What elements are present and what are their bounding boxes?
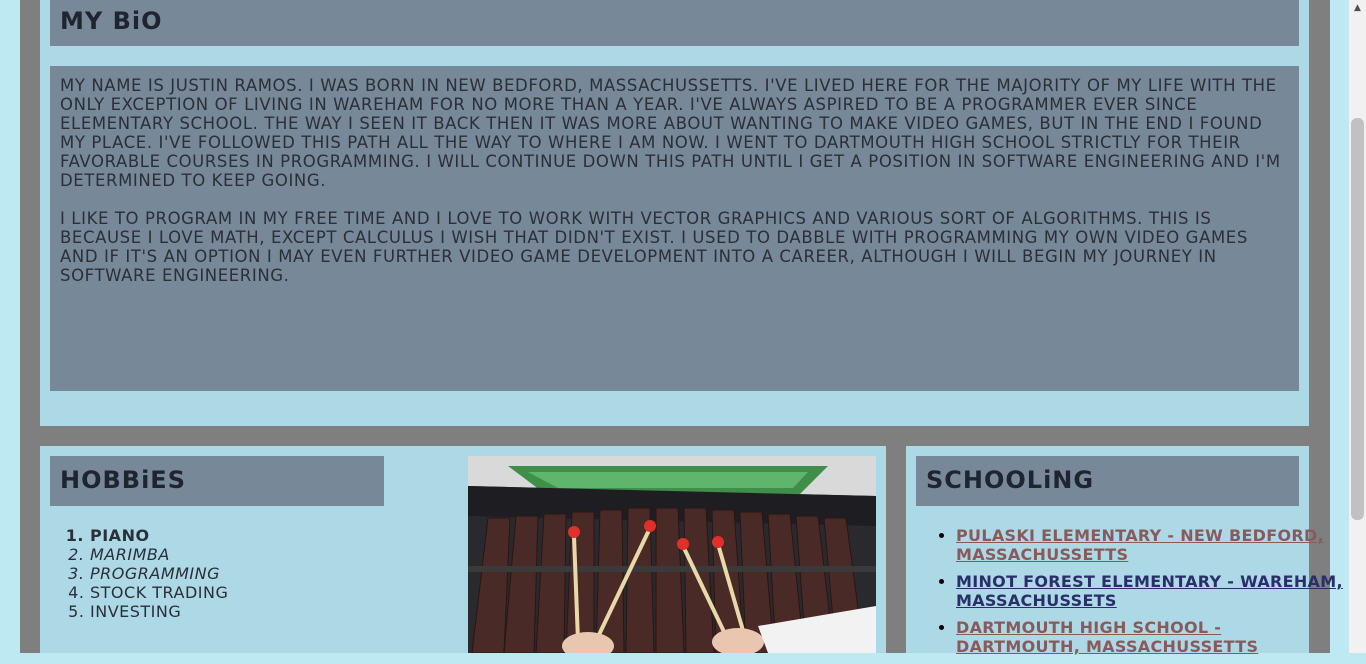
hobbies-list: PIANO MARIMBA PROGRAMMING STOCK TRADiNG … bbox=[50, 526, 228, 621]
bio-paragraph-1: My name is Justin Ramos. I was born in N… bbox=[60, 76, 1281, 190]
school-link-pulaski[interactable]: PULASKi ELEMENTARY - NEW BEDFORD, MASSAC… bbox=[956, 526, 1324, 564]
marimba-photo bbox=[468, 456, 876, 653]
hobby-item: PROGRAMMING bbox=[90, 564, 228, 583]
scroll-up-arrow-icon[interactable]: ▲ bbox=[1349, 0, 1366, 17]
bio-paragraph-2: I like to program in my free time and I … bbox=[60, 209, 1248, 285]
bio-title: MY BiO bbox=[60, 7, 163, 35]
school-item: PULASKi ELEMENTARY - NEW BEDFORD, MASSAC… bbox=[956, 526, 1346, 564]
school-item: DARTMOUTH HiGH SCHOOL - DARTMOUTH, MASSA… bbox=[956, 618, 1346, 656]
hobbies-heading: HOBBiES bbox=[50, 456, 384, 506]
bio-text-box: My name is Justin Ramos. I was born in N… bbox=[50, 66, 1299, 391]
hobby-item: iNVESTiNG bbox=[90, 602, 228, 621]
school-link-minot-forest[interactable]: MiNOT FOREST ELEMENTARY - WAREHAM, MASSA… bbox=[956, 572, 1343, 610]
school-link-dartmouth[interactable]: DARTMOUTH HiGH SCHOOL - DARTMOUTH, MASSA… bbox=[956, 618, 1258, 656]
school-item: MiNOT FOREST ELEMENTARY - WAREHAM, MASSA… bbox=[956, 572, 1346, 610]
scrollbar-thumb[interactable] bbox=[1351, 118, 1364, 520]
hobbies-title: HOBBiES bbox=[60, 466, 186, 494]
hobby-item: MARIMBA bbox=[90, 545, 228, 564]
schooling-list: PULASKi ELEMENTARY - NEW BEDFORD, MASSAC… bbox=[916, 526, 1346, 664]
hobby-item: PIANO bbox=[90, 526, 228, 545]
hobby-item: STOCK TRADiNG bbox=[90, 583, 228, 602]
bio-heading: MY BiO bbox=[50, 0, 1299, 46]
schooling-heading: SCHOOLiNG bbox=[916, 456, 1299, 506]
schooling-title: SCHOOLiNG bbox=[926, 466, 1095, 494]
